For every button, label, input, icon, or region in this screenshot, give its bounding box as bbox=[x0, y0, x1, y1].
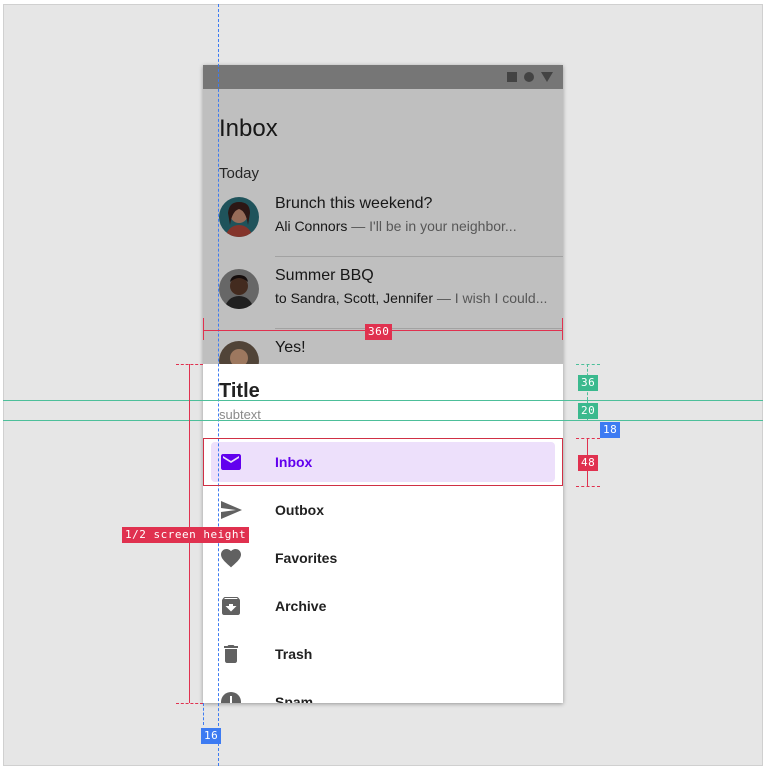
half-height-label: 1/2 screen height bbox=[122, 527, 250, 543]
title-gap-label: 20 bbox=[578, 403, 599, 419]
nav-item-label: Trash bbox=[275, 646, 313, 662]
item-height-label: 48 bbox=[578, 455, 599, 471]
margin-left-tick bbox=[203, 703, 204, 725]
archive-icon bbox=[219, 594, 243, 618]
heart-icon bbox=[219, 546, 243, 570]
side-margin-label: 16 bbox=[201, 728, 222, 744]
item-bottom-tick bbox=[576, 486, 600, 487]
alert-icon bbox=[219, 690, 243, 703]
nav-item-outbox[interactable]: Outbox bbox=[211, 490, 555, 530]
width-marker-left bbox=[203, 318, 204, 340]
baseline-guide-top bbox=[3, 400, 763, 401]
header-height-label: 36 bbox=[578, 375, 599, 391]
bottom-sheet: Title subtext Inbox Outbox Favorites Arc… bbox=[203, 364, 563, 703]
header-top-tick bbox=[576, 364, 600, 365]
list-gap-label: 18 bbox=[600, 422, 621, 438]
nav-item-trash[interactable]: Trash bbox=[211, 634, 555, 674]
item-top-tick bbox=[576, 438, 600, 439]
phone-screen: Inbox Today Brunch this weekend? Ali Con… bbox=[203, 65, 563, 703]
nav-item-label: Spam bbox=[275, 694, 314, 703]
nav-item-archive[interactable]: Archive bbox=[211, 586, 555, 626]
trash-icon bbox=[219, 642, 243, 666]
nav-item-label: Outbox bbox=[275, 502, 324, 518]
nav-item-spam[interactable]: Spam bbox=[211, 682, 555, 703]
send-icon bbox=[219, 498, 243, 522]
half-height-bottom-tick bbox=[176, 703, 203, 704]
item-outline bbox=[203, 438, 563, 486]
baseline-guide-bottom bbox=[3, 420, 763, 421]
width-marker-right bbox=[562, 318, 563, 340]
margin-guide-line bbox=[218, 4, 219, 766]
nav-item-favorites[interactable]: Favorites bbox=[211, 538, 555, 578]
nav-item-label: Archive bbox=[275, 598, 327, 614]
width-label: 360 bbox=[365, 324, 393, 340]
nav-item-label: Favorites bbox=[275, 550, 338, 566]
